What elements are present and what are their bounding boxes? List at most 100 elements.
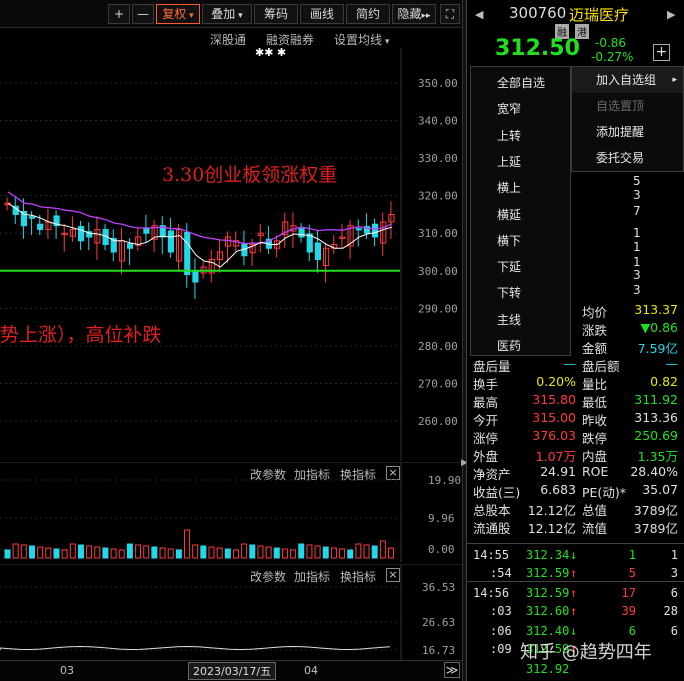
- watchlist-group-item[interactable]: 横下: [471, 228, 570, 254]
- scroll-right-button[interactable]: ≫: [444, 662, 460, 678]
- volume-bar: [151, 546, 158, 559]
- tick-time: :54: [490, 566, 512, 580]
- price-change-pct: -0.27%: [591, 50, 634, 64]
- stat-label: 涨停: [473, 431, 499, 446]
- chart-toolbar: + — 复权 ▾ 叠加 ▾ 筹码 画线 简约 隐藏▸▸ ⛶: [0, 0, 462, 28]
- ma-settings-link[interactable]: 设置均线 ▾: [334, 31, 389, 48]
- simple-mode-button[interactable]: 简约: [346, 4, 390, 24]
- volume-bar: [355, 543, 362, 559]
- cursor-date: 2023/03/17/五: [188, 662, 277, 680]
- volume-bar: [257, 545, 264, 559]
- order-book-volume: 1: [633, 255, 641, 269]
- volume-bar: [4, 549, 11, 559]
- zoom-in-button[interactable]: +: [108, 4, 130, 24]
- next-stock-icon[interactable]: ▶: [667, 8, 675, 21]
- stock-name: 迈瑞医疗: [569, 6, 630, 24]
- prev-stock-icon[interactable]: ◀: [475, 8, 483, 21]
- candle-body: [192, 271, 199, 283]
- stat-value: 315.00: [532, 410, 576, 425]
- y-tick-label: 290.00: [418, 302, 458, 315]
- y-tick-label: 300.00: [418, 265, 458, 278]
- volume-bar: [200, 545, 207, 559]
- volume-bar: [184, 529, 191, 559]
- candle-body: [78, 225, 85, 242]
- stat-value: 0.20%: [536, 374, 576, 389]
- volume-bar: [118, 549, 125, 559]
- candle-body: [306, 233, 313, 253]
- stat-label: 流值: [582, 521, 608, 536]
- tick-time: 14:55: [473, 548, 510, 562]
- add-to-watchgroup-item[interactable]: 加入自选组 ▸: [572, 67, 683, 93]
- add-watchlist-button[interactable]: +: [653, 44, 670, 61]
- stat-label: 收益(三): [473, 485, 521, 500]
- watchlist-group-item[interactable]: 宽窄: [471, 96, 570, 122]
- tick-row: :54 312.59 ↑ 5 3: [470, 565, 682, 584]
- y-tick-label: 280.00: [418, 340, 458, 353]
- order-trade-item[interactable]: 委托交易: [572, 145, 683, 171]
- stat-label: 跌停: [582, 431, 608, 446]
- watchlist-group-item[interactable]: 横延: [471, 202, 570, 228]
- candlestick-chart[interactable]: 350.00 340.00 330.00 320.00 310.00 300.00 290.…: [0, 48, 462, 461]
- volume-bar: [249, 544, 256, 559]
- stat-value: 3789亿: [633, 521, 678, 536]
- add-alert-item[interactable]: 添加提醒: [572, 119, 683, 145]
- indicator-tick-label: 26.63: [422, 616, 455, 629]
- tick-volume: 5: [628, 566, 636, 580]
- volume-bar: [347, 549, 354, 559]
- tick-direction-icon: ↓: [570, 548, 578, 562]
- watchlist-group-item[interactable]: 主线: [471, 307, 570, 333]
- order-book-volume: 3: [633, 283, 641, 297]
- watchlist-group-item[interactable]: 上延: [471, 149, 570, 175]
- draw-line-button[interactable]: 画线: [300, 4, 344, 24]
- volume-bar: [53, 548, 60, 559]
- y-tick-label: 320.00: [418, 190, 458, 203]
- volume-tick-label: 0.00: [428, 543, 455, 556]
- watchlist-group-item[interactable]: 上转: [471, 123, 570, 149]
- candle-body: [94, 228, 101, 244]
- volume-bar: [322, 546, 329, 559]
- last-price: 312.50: [495, 36, 580, 61]
- volume-bar: [69, 543, 76, 559]
- tick-direction-icon: ↓: [570, 624, 578, 638]
- watchlist-group-item[interactable]: 横上: [471, 175, 570, 201]
- month-label-04: 04: [304, 664, 318, 677]
- hide-button[interactable]: 隐藏▸▸: [392, 4, 436, 24]
- pin-watch-item: 自选置顶: [596, 99, 645, 113]
- tick-row: 14:55 312.34 ↓ 1 1: [470, 547, 682, 566]
- volume-bar: [20, 544, 27, 559]
- stat-label: 换手: [473, 377, 499, 392]
- stock-code: 300760: [509, 4, 567, 22]
- zoom-out-button[interactable]: —: [132, 4, 154, 24]
- volume-bar: [175, 549, 182, 559]
- adjust-price-button[interactable]: 复权 ▾: [156, 4, 200, 24]
- order-book-volume: 3: [633, 268, 641, 282]
- stat-label: 最高: [473, 395, 499, 410]
- stat-value: 24.91: [540, 464, 576, 479]
- watchlist-group-item[interactable]: 医药: [471, 333, 570, 359]
- shengutong-link[interactable]: 深股通: [210, 31, 246, 48]
- watchlist-group-item[interactable]: 全部自选: [471, 70, 570, 96]
- overlay-button[interactable]: 叠加 ▾: [202, 4, 252, 24]
- fullscreen-icon[interactable]: ⛶: [440, 4, 460, 24]
- volume-bar: [110, 548, 117, 559]
- tick-direction-icon: ↑: [570, 586, 578, 600]
- order-book-volume: 1: [633, 240, 641, 254]
- candle-body: [225, 236, 232, 247]
- candle-body: [176, 228, 183, 262]
- volume-bar: [273, 547, 280, 559]
- stat-label: 外盘: [473, 449, 499, 464]
- tick-count: 1: [670, 548, 678, 562]
- volume-bar: [339, 548, 346, 559]
- tick-volume: 1: [628, 548, 636, 562]
- stat-value: 313.37: [634, 302, 678, 317]
- watchlist-group-item[interactable]: 下转: [471, 280, 570, 306]
- tick-volume: 39: [621, 604, 636, 618]
- tick-count: 6: [670, 624, 678, 638]
- price-change: -0.86: [595, 36, 627, 50]
- stat-label: 今开: [473, 413, 499, 428]
- watchlist-group-menu: 全部自选 宽窄 上转 上延 横上 横延 横下 下延 下转 主线 医药: [470, 66, 571, 356]
- tick-price: 312.60: [526, 604, 570, 618]
- watchlist-group-item[interactable]: 下延: [471, 254, 570, 280]
- indicator-line: [0, 645, 391, 651]
- chip-distribution-button[interactable]: 筹码: [254, 4, 298, 24]
